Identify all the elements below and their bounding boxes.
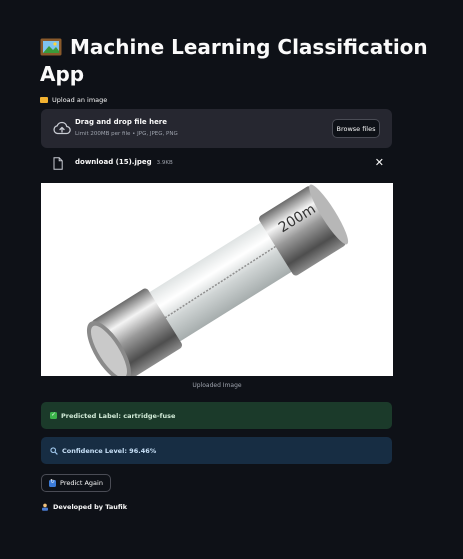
confidence-result: Confidence Level: 96.46% (41, 437, 392, 464)
footer-credit: Developed by Taufik (41, 503, 127, 511)
check-icon: ✓ (50, 411, 57, 419)
close-icon[interactable]: ✕ (375, 157, 384, 168)
cloud-upload-icon (53, 121, 71, 135)
magnifier-icon (50, 446, 58, 455)
predict-again-button[interactable]: ↻ Predict Again (41, 474, 111, 492)
fuse-illustration: 200m (86, 184, 349, 376)
file-size: 3.9KB (156, 160, 173, 166)
image-caption: Uploaded Image (192, 382, 242, 389)
page-title: Machine Learning Classification App (40, 35, 428, 86)
file-name: download (15).jpeg 3.9KB (75, 158, 173, 166)
developer-icon (42, 503, 48, 511)
prediction-result: ✓ Predicted Label: cartridge-fuse (41, 402, 392, 429)
repeat-icon: ↻ (49, 479, 57, 487)
uploaded-file-row: download (15).jpeg 3.9KB ✕ (41, 155, 392, 172)
file-dropzone[interactable]: Drag and drop file here Limit 200MB per … (41, 109, 392, 148)
dropzone-subtitle: Limit 200MB per file • JPG, JPEG, PNG (75, 131, 178, 137)
browse-files-button[interactable]: Browse files (332, 119, 380, 138)
dropzone-title: Drag and drop file here (75, 118, 168, 126)
file-icon (53, 157, 63, 170)
uploaded-image: 200m (41, 183, 393, 376)
framed-picture-icon (40, 38, 62, 56)
upload-label: Upload an image (40, 96, 107, 104)
folder-icon (40, 97, 48, 103)
